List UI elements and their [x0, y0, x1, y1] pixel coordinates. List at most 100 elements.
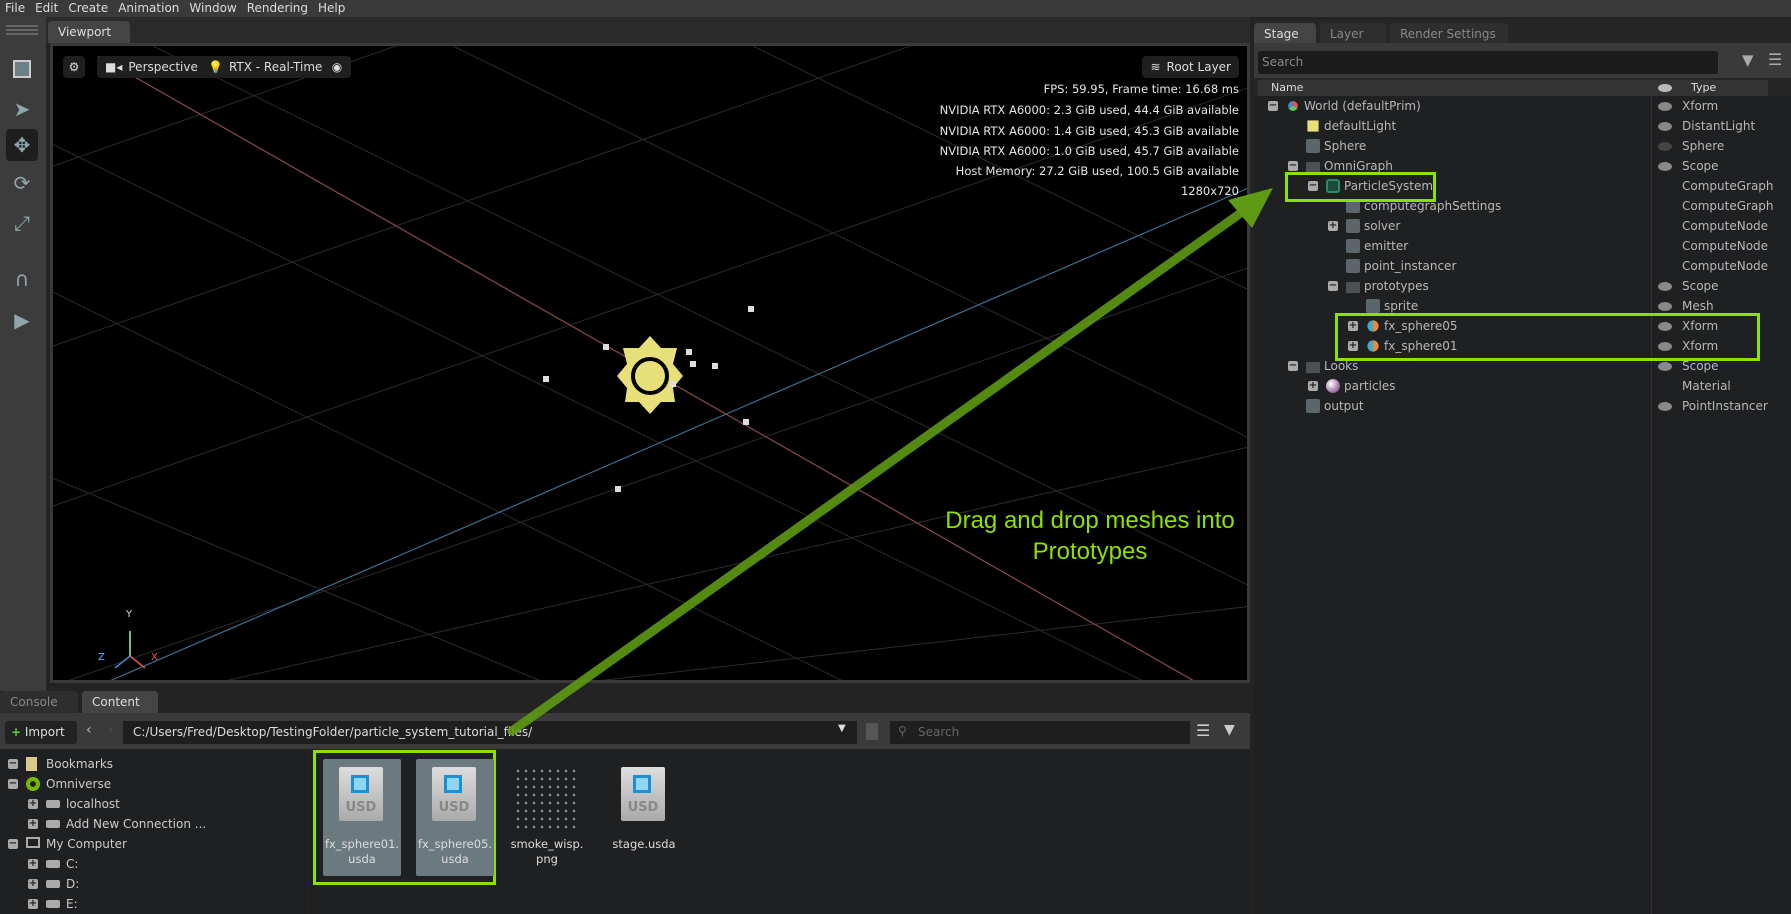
stage-row[interactable]: sprite Mesh — [1254, 296, 1774, 316]
tab-console[interactable]: Console — [0, 691, 78, 713]
expand-icon[interactable]: + — [28, 859, 38, 869]
eye-icon[interactable] — [1658, 282, 1672, 291]
eye-icon[interactable] — [1658, 102, 1672, 111]
path-field[interactable]: C:/Users/Fred/Desktop/TestingFolder/part… — [123, 721, 857, 744]
tab-content[interactable]: Content — [82, 691, 158, 713]
stage-search-input[interactable]: Search — [1258, 51, 1718, 74]
import-button[interactable]: + Import — [5, 721, 77, 744]
select-mode-icon[interactable] — [6, 53, 38, 85]
eye-icon[interactable] — [1658, 402, 1672, 411]
menu-edit[interactable]: Edit — [30, 0, 63, 17]
light-gizmo[interactable] — [617, 336, 683, 414]
menu-animation[interactable]: Animation — [113, 0, 184, 17]
camera-button[interactable]: ■◂ Perspective — [97, 56, 206, 78]
collapse-icon[interactable]: − — [8, 839, 18, 849]
tab-render-settings[interactable]: Render Settings — [1390, 23, 1508, 45]
tree-label: Bookmarks — [46, 757, 114, 771]
eye-icon[interactable] — [1658, 84, 1672, 92]
expand-icon[interactable]: + — [1328, 221, 1338, 231]
expand-icon[interactable]: + — [1348, 341, 1358, 351]
eye-icon[interactable] — [1658, 302, 1672, 311]
expand-icon[interactable]: + — [28, 879, 38, 889]
stage-row[interactable]: + fx_sphere05 Xform — [1254, 316, 1774, 336]
collapse-icon[interactable]: − — [1288, 161, 1298, 171]
content-search-input[interactable]: Search — [890, 721, 1190, 744]
stage-row[interactable]: + particles Material — [1254, 376, 1774, 396]
stage-row[interactable]: + fx_sphere01 Xform — [1254, 336, 1774, 356]
eye-icon[interactable] — [1658, 342, 1672, 351]
scale-tool-icon[interactable]: ⤢ — [6, 207, 38, 239]
tree-item[interactable]: + C: — [0, 854, 300, 874]
tab-viewport[interactable]: Viewport — [48, 21, 130, 43]
snap-magnet-icon[interactable]: ∩ — [6, 263, 38, 295]
stage-row[interactable]: + solver ComputeNode — [1254, 216, 1774, 236]
collapse-icon[interactable]: − — [1328, 281, 1338, 291]
stage-row[interactable]: output PointInstancer — [1254, 396, 1774, 416]
column-type[interactable]: Type — [1691, 80, 1716, 96]
eye-icon[interactable] — [1658, 322, 1672, 331]
forward-arrow-icon[interactable]: › — [108, 722, 114, 738]
stage-row[interactable]: defaultLight DistantLight — [1254, 116, 1774, 136]
filter-icon[interactable]: ▼ — [1224, 722, 1235, 738]
path-dropdown-icon[interactable]: ▼ — [838, 723, 846, 734]
stage-row[interactable]: emitter ComputeNode — [1254, 236, 1774, 256]
add-connection-icon — [46, 820, 60, 828]
viewport-settings-button[interactable]: ⚙ — [63, 56, 85, 78]
expand-icon[interactable]: + — [28, 899, 38, 909]
stage-row[interactable]: − OmniGraph Scope — [1254, 156, 1774, 176]
expand-icon[interactable]: + — [28, 819, 38, 829]
column-name[interactable]: Name — [1271, 80, 1303, 96]
root-layer-button[interactable]: ≋ Root Layer — [1142, 56, 1239, 78]
tree-item[interactable]: + E: — [0, 894, 300, 914]
menu-window[interactable]: Window — [184, 0, 241, 17]
stage-row[interactable]: − prototypes Scope — [1254, 276, 1774, 296]
eye-icon[interactable] — [1658, 122, 1672, 131]
menu-rendering[interactable]: Rendering — [242, 0, 313, 17]
menu-file[interactable]: File — [0, 0, 30, 17]
stage-row[interactable]: − Looks Scope — [1254, 356, 1774, 376]
list-view-icon[interactable]: ☰ — [1196, 721, 1210, 740]
tree-item[interactable]: + localhost — [0, 794, 300, 814]
tree-item[interactable]: + D: — [0, 874, 300, 894]
tree-item[interactable]: − Omniverse — [0, 774, 300, 794]
stage-row[interactable]: Sphere Sphere — [1254, 136, 1774, 156]
expand-icon[interactable]: + — [1348, 321, 1358, 331]
renderer-button[interactable]: 💡 RTX - Real-Time — [200, 56, 331, 78]
filter-icon[interactable]: ▼ — [1742, 51, 1754, 69]
bookmark-icon[interactable] — [866, 723, 878, 740]
stage-row[interactable]: computegraphSettings ComputeGraphSe — [1254, 196, 1774, 216]
back-arrow-icon[interactable]: ‹ — [86, 722, 92, 738]
collapse-icon[interactable]: − — [1288, 361, 1298, 371]
stage-row[interactable]: − ParticleSystem ComputeGraph — [1254, 176, 1774, 196]
expand-icon[interactable]: + — [1308, 381, 1318, 391]
eye-icon[interactable] — [1658, 362, 1672, 371]
tree-item[interactable]: + Add New Connection ... — [0, 814, 300, 834]
menu-icon[interactable]: ☰ — [1768, 50, 1782, 69]
file-item[interactable]: USD stage.usda — [605, 759, 683, 876]
collapse-icon[interactable]: − — [8, 779, 18, 789]
tab-layer[interactable]: Layer — [1320, 23, 1386, 45]
visibility-button[interactable]: ◉ — [323, 56, 351, 78]
stage-row[interactable]: − World (defaultPrim) Xform — [1254, 96, 1774, 116]
collapse-icon[interactable]: − — [8, 759, 18, 769]
collapse-icon[interactable]: − — [1308, 181, 1318, 191]
eye-icon[interactable] — [1658, 162, 1672, 171]
file-item[interactable]: USD fx_sphere05. usda — [416, 759, 494, 876]
menu-help[interactable]: Help — [313, 0, 350, 17]
collapse-icon[interactable]: − — [1268, 101, 1278, 111]
expand-icon[interactable]: + — [28, 799, 38, 809]
file-item[interactable]: smoke_wisp. png — [508, 759, 586, 876]
tree-item[interactable]: − Bookmarks — [0, 754, 300, 774]
tab-stage[interactable]: Stage — [1254, 23, 1316, 45]
toolbar-grip-icon[interactable] — [6, 25, 38, 27]
eye-hidden-icon[interactable] — [1658, 142, 1672, 151]
file-item[interactable]: USD fx_sphere01. usda — [323, 759, 401, 876]
select-arrow-icon[interactable]: ➤ — [6, 93, 38, 125]
rotate-tool-icon[interactable]: ⟳ — [6, 167, 38, 199]
tree-item[interactable]: − My Computer — [0, 834, 300, 854]
play-icon[interactable]: ▶ — [6, 304, 38, 336]
viewport[interactable]: Y Z X ⚙ ■◂ Perspective 💡 RTX - Real-Time ◉… — [50, 43, 1250, 683]
stage-row[interactable]: point_instancer ComputeNode — [1254, 256, 1774, 276]
move-tool-icon[interactable]: ✥ — [6, 129, 38, 161]
menu-create[interactable]: Create — [63, 0, 113, 17]
